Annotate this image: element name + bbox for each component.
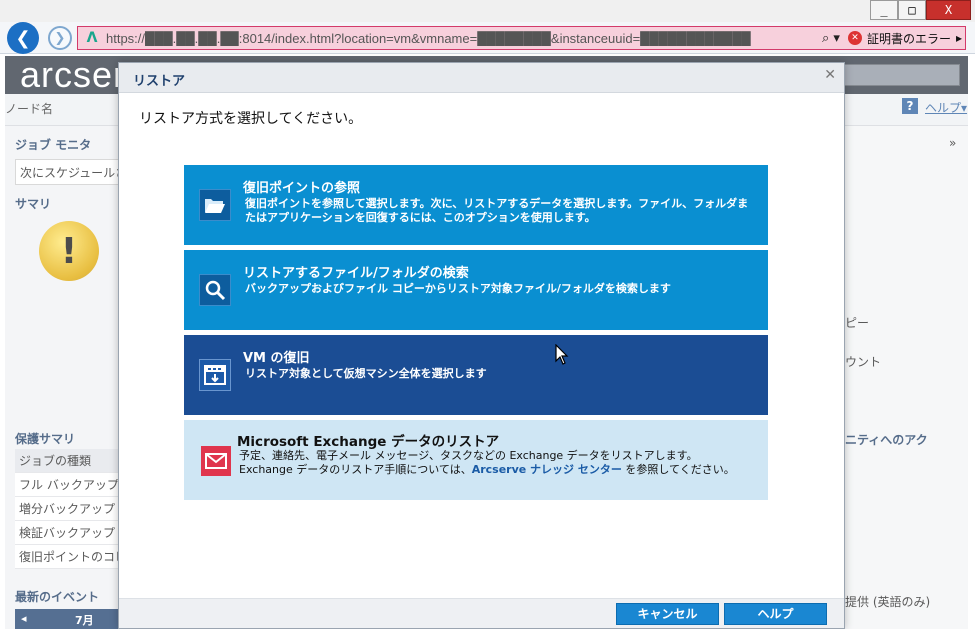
address-url[interactable]: https://███.██.██.██:8014/index.html?loc…	[106, 31, 818, 46]
recover-vm-option[interactable]: VM の復旧 リストア対象として仮想マシン全体を選択します	[184, 335, 768, 415]
option-description: 予定、連絡先、電子メール メッセージ、タスクなどの Exchange データをリ…	[239, 449, 749, 477]
cert-error-arrow-icon[interactable]: ▸	[956, 31, 962, 45]
minimize-button[interactable]: _	[870, 0, 898, 20]
restore-dialog: リストア ✕ リストア方式を選択してください。 復旧ポイントの参照 復旧ポイント…	[118, 62, 845, 629]
dialog-body: リストア方式を選択してください。 復旧ポイントの参照 復旧ポイントを参照して選択…	[119, 93, 844, 598]
dialog-title: リストア	[133, 74, 186, 89]
magnifier-icon	[199, 274, 231, 306]
option-title: Microsoft Exchange データのリストア	[237, 434, 500, 450]
browse-recovery-points-option[interactable]: 復旧ポイントの参照 復旧ポイントを参照して選択します。次に、リストアするデータを…	[184, 165, 768, 245]
cancel-button[interactable]: キャンセル	[616, 603, 719, 625]
dialog-prompt: リストア方式を選択してください。	[139, 111, 363, 127]
address-bar[interactable]: Λ https://███.██.██.██:8014/index.html?l…	[77, 26, 966, 50]
search-files-option[interactable]: リストアするファイル/フォルダの検索 バックアップおよびファイル コピーからリス…	[184, 250, 768, 330]
browser-navbar: ❮ ❯ Λ https://███.██.██.██:8014/index.ht…	[0, 22, 975, 54]
help-button[interactable]: ヘルプ	[724, 603, 827, 625]
option-description: バックアップおよびファイル コピーからリストア対象ファイル/フォルダを検索します	[245, 282, 671, 295]
knowledge-center-link[interactable]: Arcserve ナレッジ センター	[472, 463, 622, 476]
folder-open-icon	[199, 189, 231, 221]
cert-error-label[interactable]: 証明書のエラー	[867, 30, 951, 47]
exchange-mail-icon	[201, 446, 231, 476]
option-description: リストア対象として仮想マシン全体を選択します	[245, 367, 487, 380]
option-description-tail: を参照してください。	[621, 463, 735, 476]
close-icon[interactable]: ✕	[824, 67, 836, 83]
search-dropdown-icon[interactable]: ⌕ ▾	[818, 31, 844, 46]
mouse-cursor-icon	[555, 344, 569, 365]
close-window-button[interactable]: X	[926, 0, 971, 20]
cert-error-icon[interactable]: ✕	[848, 31, 862, 45]
forward-arrow-icon[interactable]: ❯	[48, 26, 72, 50]
option-title: 復旧ポイントの参照	[243, 181, 361, 196]
back-arrow-icon[interactable]: ❮	[7, 22, 39, 54]
maximize-button[interactable]: □	[898, 0, 926, 20]
option-description: 復旧ポイントを参照して選択します。次に、リストアするデータを選択します。ファイル…	[245, 197, 749, 224]
option-title: VM の復旧	[243, 351, 310, 366]
option-title: リストアするファイル/フォルダの検索	[243, 266, 469, 281]
site-logo-icon: Λ	[86, 30, 98, 46]
window-titlebar: _ □ X	[0, 0, 975, 22]
vm-icon	[199, 359, 231, 391]
dialog-header: リストア ✕	[119, 63, 844, 93]
exchange-restore-option[interactable]: Microsoft Exchange データのリストア 予定、連絡先、電子メール…	[184, 420, 768, 500]
dialog-footer: キャンセル ヘルプ	[119, 598, 844, 628]
